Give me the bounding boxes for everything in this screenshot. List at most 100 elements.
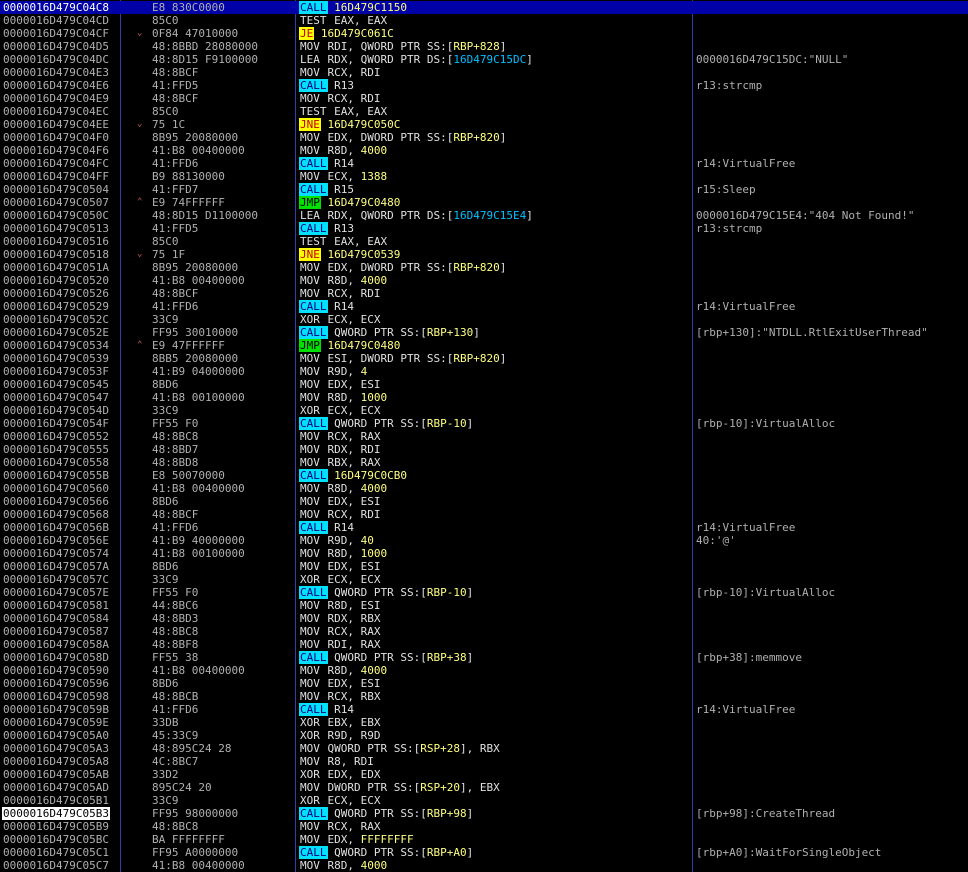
row-address[interactable]: 0000016D479C05AD — [3, 781, 109, 794]
disasm-row[interactable]: 0000016D479C0518 ⌄ 75 1F JNE 16D479C0539 — [0, 248, 968, 261]
disasm-row[interactable]: 0000016D479C054D 33C9 XOR ECX, ECX — [0, 404, 968, 417]
row-address[interactable]: 0000016D479C05B3 — [2, 807, 110, 820]
disasm-row[interactable]: 0000016D479C04FC 41:FFD6 CALL R14 r14:Virtu… — [0, 157, 968, 170]
row-address[interactable]: 0000016D479C0545 — [3, 378, 109, 391]
row-address[interactable]: 0000016D479C0596 — [3, 677, 109, 690]
disasm-row[interactable]: 0000016D479C0516 85C0 TEST EAX, EAX — [0, 235, 968, 248]
row-address[interactable]: 0000016D479C051A — [3, 261, 109, 274]
row-address[interactable]: 0000016D479C04DC — [3, 53, 109, 66]
row-address[interactable]: 0000016D479C0518 — [3, 248, 109, 261]
row-address[interactable]: 0000016D479C04F0 — [3, 131, 109, 144]
row-address[interactable]: 0000016D479C0581 — [3, 599, 109, 612]
disasm-row[interactable]: 0000016D479C05B9 48:8BC8 MOV RCX, RAX — [0, 820, 968, 833]
disasm-row[interactable]: 0000016D479C04FF B9 88130000 MOV ECX, 1388 — [0, 170, 968, 183]
row-address[interactable]: 0000016D479C0587 — [3, 625, 109, 638]
disasm-row[interactable]: 0000016D479C0513 41:FFD5 CALL R13 r13:strcm… — [0, 222, 968, 235]
row-address[interactable]: 0000016D479C0558 — [3, 456, 109, 469]
row-address[interactable]: 0000016D479C0516 — [3, 235, 109, 248]
disasm-row[interactable]: 0000016D479C04DC 48:8D15 F9100000 LEA RDX,… — [0, 53, 968, 66]
row-address[interactable]: 0000016D479C0555 — [3, 443, 109, 456]
disasm-row[interactable]: 0000016D479C04EE ⌄ 75 1C JNE 16D479C050C — [0, 118, 968, 131]
row-address[interactable]: 0000016D479C04C8 — [3, 1, 109, 14]
row-address[interactable]: 0000016D479C0574 — [3, 547, 109, 560]
row-address[interactable]: 0000016D479C0584 — [3, 612, 109, 625]
row-address[interactable]: 0000016D479C05C7 — [3, 859, 109, 872]
disasm-row[interactable]: 0000016D479C057E FF55 F0 CALL QWORD PTR SS… — [0, 586, 968, 599]
disasm-row[interactable]: 0000016D479C054F FF55 F0 CALL QWORD PTR SS… — [0, 417, 968, 430]
row-address[interactable]: 0000016D479C0529 — [3, 300, 109, 313]
row-address[interactable]: 0000016D479C057C — [3, 573, 109, 586]
row-address[interactable]: 0000016D479C056B — [3, 521, 109, 534]
disasm-row[interactable]: 0000016D479C058A 48:8BF8 MOV RDI, RAX — [0, 638, 968, 651]
disasm-row[interactable]: 0000016D479C05A0 45:33C9 XOR R9D, R9D — [0, 729, 968, 742]
disasm-row[interactable]: 0000016D479C05C1 FF95 A0000000 CALL QWORD … — [0, 846, 968, 859]
row-address[interactable]: 0000016D479C054F — [3, 417, 109, 430]
disasm-row[interactable]: 0000016D479C0587 48:8BC8 MOV RCX, RAX — [0, 625, 968, 638]
branch-target[interactable]: 16D479C1150 — [334, 1, 407, 14]
disassembly-view[interactable]: 0000016D479C04C8 E8 830C0000 CALL 16D479C1… — [0, 0, 968, 872]
row-address[interactable]: 0000016D479C0520 — [3, 274, 109, 287]
row-address[interactable]: 0000016D479C04D5 — [3, 40, 109, 53]
row-address[interactable]: 0000016D479C04EE — [3, 118, 109, 131]
row-address[interactable]: 0000016D479C0552 — [3, 430, 109, 443]
row-address[interactable]: 0000016D479C05BC — [3, 833, 109, 846]
branch-target[interactable]: 16D479C0CB0 — [334, 469, 407, 482]
row-address[interactable]: 0000016D479C057A — [3, 560, 109, 573]
row-address[interactable]: 0000016D479C0590 — [3, 664, 109, 677]
branch-target[interactable]: 16D479C061C — [321, 27, 394, 40]
disasm-row[interactable]: 0000016D479C0534 ⌃ E9 47FFFFFF JMP 16D479C0… — [0, 339, 968, 352]
row-address[interactable]: 0000016D479C0539 — [3, 352, 109, 365]
disasm-row[interactable]: 0000016D479C0581 44:8BC6 MOV R8D, ESI — [0, 599, 968, 612]
row-address[interactable]: 0000016D479C05AB — [3, 768, 109, 781]
row-address[interactable]: 0000016D479C04E6 — [3, 79, 109, 92]
row-address[interactable]: 0000016D479C0513 — [3, 222, 109, 235]
disasm-row[interactable]: 0000016D479C05A8 4C:8BC7 MOV R8, RDI — [0, 755, 968, 768]
branch-target[interactable]: 16D479C0480 — [328, 339, 401, 352]
branch-target[interactable]: 16D479C0480 — [328, 196, 401, 209]
row-address[interactable]: 0000016D479C059E — [3, 716, 109, 729]
disasm-row[interactable]: 0000016D479C05C7 41:B8 00400000 MOV R8D, 4… — [0, 859, 968, 872]
disasm-row[interactable]: 0000016D479C0504 41:FFD7 CALL R15 r15:Sleep — [0, 183, 968, 196]
branch-target[interactable]: 16D479C050C — [328, 118, 401, 131]
disasm-row[interactable]: 0000016D479C059B 41:FFD6 CALL R14 r14:Virtu… — [0, 703, 968, 716]
disasm-row[interactable]: 0000016D479C055B E8 50070000 CALL 16D479C0… — [0, 469, 968, 482]
row-address[interactable]: 0000016D479C0547 — [3, 391, 109, 404]
row-address[interactable]: 0000016D479C04FF — [3, 170, 109, 183]
disasm-row[interactable]: 0000016D479C0574 41:B8 00100000 MOV R8D, 1… — [0, 547, 968, 560]
disasm-row[interactable]: 0000016D479C05A3 48:895C24 28 MOV QWORD PT… — [0, 742, 968, 755]
memory-reference[interactable]: 16D479C15E4 — [453, 209, 526, 222]
row-address[interactable]: 0000016D479C0526 — [3, 287, 109, 300]
disasm-row[interactable]: 0000016D479C05B1 33C9 XOR ECX, ECX — [0, 794, 968, 807]
row-address[interactable]: 0000016D479C0504 — [3, 183, 109, 196]
disasm-row[interactable]: 0000016D479C0558 48:8BD8 MOV RBX, RAX — [0, 456, 968, 469]
row-address[interactable]: 0000016D479C052E — [3, 326, 109, 339]
row-address[interactable]: 0000016D479C053F — [3, 365, 109, 378]
disasm-row[interactable]: 0000016D479C04EC 85C0 TEST EAX, EAX — [0, 105, 968, 118]
disasm-row[interactable]: 0000016D479C04CD 85C0 TEST EAX, EAX — [0, 14, 968, 27]
row-address[interactable]: 0000016D479C050C — [3, 209, 109, 222]
row-address[interactable]: 0000016D479C04FC — [3, 157, 109, 170]
disasm-row[interactable]: 0000016D479C0596 8BD6 MOV EDX, ESI — [0, 677, 968, 690]
disasm-row[interactable]: 0000016D479C0520 41:B8 00400000 MOV R8D, 4… — [0, 274, 968, 287]
row-address[interactable]: 0000016D479C04CF — [3, 27, 109, 40]
row-address[interactable]: 0000016D479C04EC — [3, 105, 109, 118]
disasm-row[interactable]: 0000016D479C0529 41:FFD6 CALL R14 r14:Virtu… — [0, 300, 968, 313]
row-address[interactable]: 0000016D479C057E — [3, 586, 109, 599]
memory-reference[interactable]: 16D479C15DC — [453, 53, 526, 66]
row-address[interactable]: 0000016D479C04E3 — [3, 66, 109, 79]
disasm-row[interactable]: 0000016D479C052C 33C9 XOR ECX, ECX — [0, 313, 968, 326]
row-address[interactable]: 0000016D479C05A8 — [3, 755, 109, 768]
disasm-row[interactable]: 0000016D479C051A 8B95 20080000 MOV EDX, DW… — [0, 261, 968, 274]
row-address[interactable]: 0000016D479C05A0 — [3, 729, 109, 742]
disasm-row[interactable]: 0000016D479C04F0 8B95 20080000 MOV EDX, DW… — [0, 131, 968, 144]
row-address[interactable]: 0000016D479C05B9 — [3, 820, 109, 833]
row-address[interactable]: 0000016D479C0560 — [3, 482, 109, 495]
disasm-row[interactable]: 0000016D479C057A 8BD6 MOV EDX, ESI — [0, 560, 968, 573]
disasm-row[interactable]: 0000016D479C0560 41:B8 00400000 MOV R8D, 4… — [0, 482, 968, 495]
disasm-row[interactable]: 0000016D479C0598 48:8BCB MOV RCX, RBX — [0, 690, 968, 703]
row-address[interactable]: 0000016D479C0598 — [3, 690, 109, 703]
row-address[interactable]: 0000016D479C05C1 — [3, 846, 109, 859]
disasm-row[interactable]: 0000016D479C04D5 48:8BBD 28080000 MOV RDI,… — [0, 40, 968, 53]
row-address[interactable]: 0000016D479C04CD — [3, 14, 109, 27]
row-address[interactable]: 0000016D479C04F6 — [3, 144, 109, 157]
